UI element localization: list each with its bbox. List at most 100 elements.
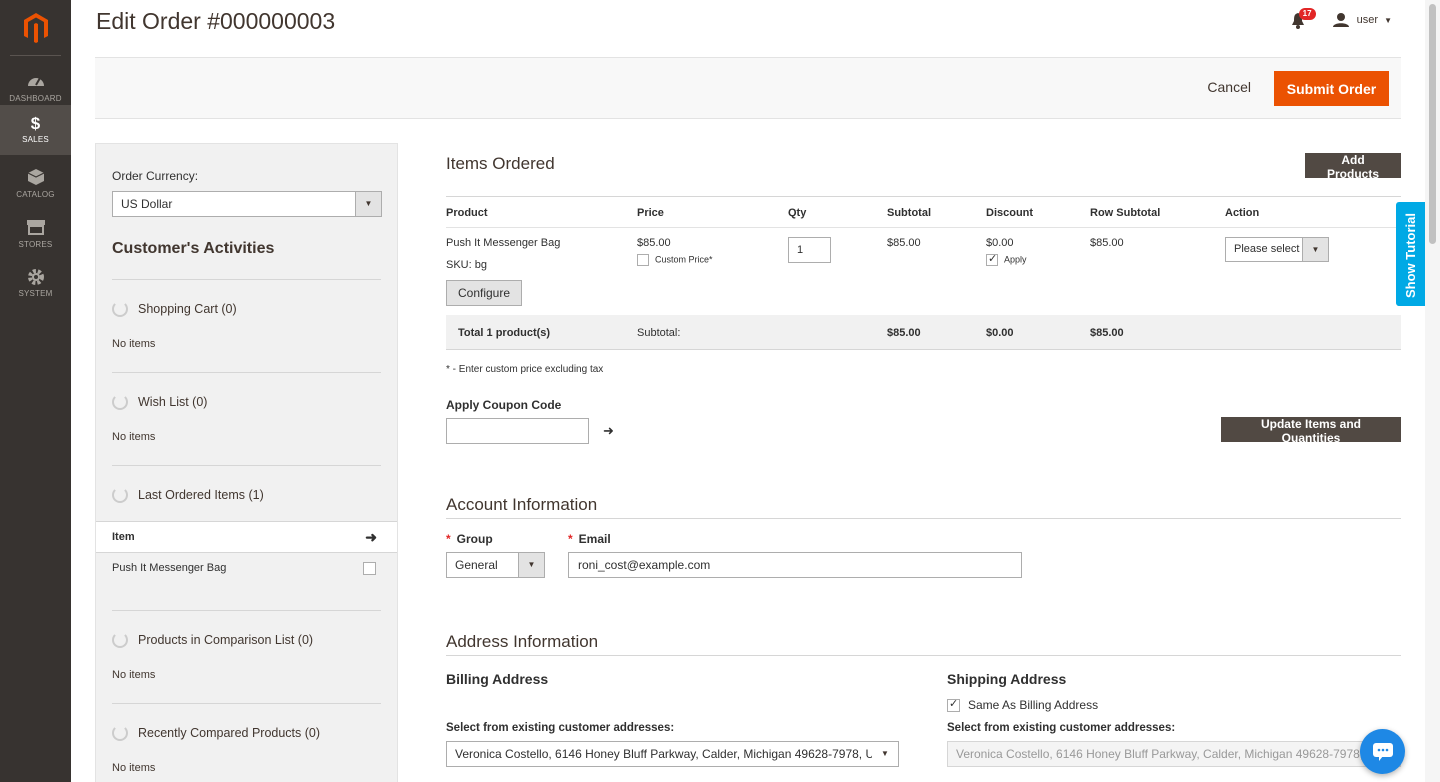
account-information-title: Account Information	[446, 495, 598, 514]
notifications-badge: 17	[1298, 8, 1316, 20]
shipping-address-title: Shipping Address	[947, 671, 1067, 687]
update-items-button[interactable]: Update Items and Quantities	[1221, 417, 1401, 445]
coupon-label: Apply Coupon Code	[446, 398, 562, 412]
column-header-product: Product	[446, 207, 488, 219]
same-as-billing-checkbox[interactable]	[947, 697, 960, 713]
address-information-title: Address Information	[446, 632, 599, 651]
magento-logo[interactable]	[10, 0, 61, 56]
comparison-label: Products in Comparison List (0)	[138, 633, 314, 647]
email-label: * Email	[568, 532, 611, 546]
show-tutorial-label: Show Tutorial	[1403, 213, 1418, 298]
user-menu[interactable]: user ▼	[1332, 13, 1392, 27]
totals-row: Total 1 product(s) Subtotal: $85.00 $0.0…	[446, 315, 1401, 350]
refresh-icon	[112, 301, 128, 317]
column-header-action: Action	[1225, 207, 1260, 219]
refresh-icon	[112, 394, 128, 410]
add-products-button[interactable]: Add Products	[1305, 153, 1401, 181]
page-actions-bar: Cancel Submit Order	[95, 57, 1401, 119]
dollar-icon: $	[30, 114, 41, 133]
nav-sales[interactable]: $ SALES	[0, 105, 71, 155]
refresh-icon	[112, 725, 128, 741]
cancel-button[interactable]: Cancel	[1207, 79, 1251, 95]
nav-catalog[interactable]: CATALOG	[0, 160, 71, 210]
apply-coupon-arrow-icon[interactable]: ➜	[603, 423, 614, 439]
recently-compared-title[interactable]: Recently Compared Products (0)	[112, 725, 381, 741]
billing-address-value: Veronica Costello, 6146 Honey Bluff Park…	[455, 747, 899, 761]
chevron-down-icon: ▼	[872, 742, 898, 766]
store-icon	[0, 219, 71, 239]
nav-system-label: SYSTEM	[18, 289, 53, 298]
order-currency-select[interactable]: US Dollar ▼	[112, 191, 382, 217]
chevron-down-icon: ▼	[1384, 15, 1392, 25]
product-row-subtotal: $85.00	[1090, 237, 1124, 249]
wish-list-section: Wish List (0) No items	[112, 372, 381, 443]
last-ordered-header: Item ➜	[96, 521, 397, 553]
cube-icon	[0, 169, 71, 189]
group-label-text: Group	[456, 532, 493, 546]
chevron-down-icon: ▼	[518, 553, 544, 577]
scrollbar-thumb[interactable]	[1429, 4, 1436, 244]
apply-discount-checkbox[interactable]	[986, 252, 998, 266]
total-products-label: Total 1 product(s)	[458, 327, 551, 339]
apply-discount-option: Apply	[986, 252, 1027, 266]
chevron-down-icon: ▼	[355, 192, 381, 216]
comparison-section: Products in Comparison List (0) No items	[112, 610, 381, 681]
custom-price-option: Custom Price*	[637, 254, 713, 266]
billing-address-select[interactable]: Veronica Costello, 6146 Honey Bluff Park…	[446, 741, 899, 767]
shopping-cart-title[interactable]: Shopping Cart (0)	[112, 301, 381, 317]
order-currency-label: Order Currency:	[112, 169, 199, 183]
same-as-billing-label: Same As Billing Address	[968, 698, 1099, 712]
email-field[interactable]: roni_cost@example.com	[568, 552, 1022, 578]
user-name: user	[1356, 14, 1379, 26]
configure-button[interactable]: Configure	[446, 280, 522, 306]
gear-icon	[0, 268, 71, 288]
show-tutorial-button[interactable]: Show Tutorial	[1396, 202, 1425, 306]
totals-row-subtotal: $85.00	[1090, 327, 1124, 339]
billing-address-title: Billing Address	[446, 671, 549, 687]
magento-logo-icon	[23, 12, 48, 43]
nav-stores-label: STORES	[18, 240, 53, 249]
order-currency-value: US Dollar	[121, 197, 173, 211]
customer-activities-sidebar: Order Currency: US Dollar ▼ Customer's A…	[95, 143, 398, 782]
custom-price-note: * - Enter custom price excluding tax	[446, 364, 604, 375]
product-discount: $0.00	[986, 237, 1014, 249]
coupon-code-input[interactable]	[446, 418, 589, 444]
recently-compared-label: Recently Compared Products (0)	[138, 726, 321, 740]
wish-list-empty: No items	[112, 431, 156, 443]
nav-system[interactable]: SYSTEM	[0, 259, 71, 309]
user-icon	[1332, 13, 1349, 27]
column-header-discount: Discount	[986, 207, 1034, 219]
notifications-button[interactable]: 17	[1291, 8, 1316, 30]
totals-subtotal: $85.00	[887, 327, 921, 339]
recently-compared-section: Recently Compared Products (0) No items	[112, 703, 381, 774]
shopping-cart-label: Shopping Cart (0)	[138, 302, 237, 316]
item-action-select[interactable]: Please select ▼	[1225, 237, 1329, 262]
custom-price-label: Custom Price*	[655, 254, 713, 265]
arrow-right-icon[interactable]: ➜	[365, 522, 377, 552]
customer-activities-title: Customer's Activities	[112, 240, 275, 257]
comparison-title[interactable]: Products in Comparison List (0)	[112, 632, 381, 648]
email-label-text: Email	[578, 532, 611, 546]
chat-button[interactable]	[1360, 729, 1405, 774]
product-name: Push It Messenger Bag	[446, 237, 561, 249]
totals-discount: $0.00	[986, 327, 1014, 339]
nav-dashboard-label: DASHBOARD	[9, 94, 62, 103]
dashboard-icon	[0, 73, 71, 93]
wish-list-title[interactable]: Wish List (0)	[112, 394, 381, 410]
submit-order-button[interactable]: Submit Order	[1274, 71, 1389, 106]
items-ordered-title: Items Ordered	[446, 154, 555, 173]
last-ordered-item-checkbox[interactable]	[363, 562, 376, 575]
last-ordered-item-name: Push It Messenger Bag	[112, 562, 227, 574]
shipping-address-select: Veronica Costello, 6146 Honey Bluff Park…	[947, 741, 1401, 767]
group-value: General	[455, 558, 498, 572]
nav-stores[interactable]: STORES	[0, 210, 71, 260]
custom-price-checkbox[interactable]	[637, 254, 649, 266]
page-scrollbar[interactable]	[1425, 0, 1440, 782]
apply-discount-label: Apply	[1004, 254, 1027, 265]
qty-input[interactable]: 1	[788, 237, 831, 263]
last-ordered-title[interactable]: Last Ordered Items (1)	[112, 487, 381, 503]
shopping-cart-empty: No items	[112, 338, 156, 350]
group-select[interactable]: General ▼	[446, 552, 545, 578]
item-column-header: Item	[112, 531, 135, 543]
divider	[446, 655, 1401, 656]
